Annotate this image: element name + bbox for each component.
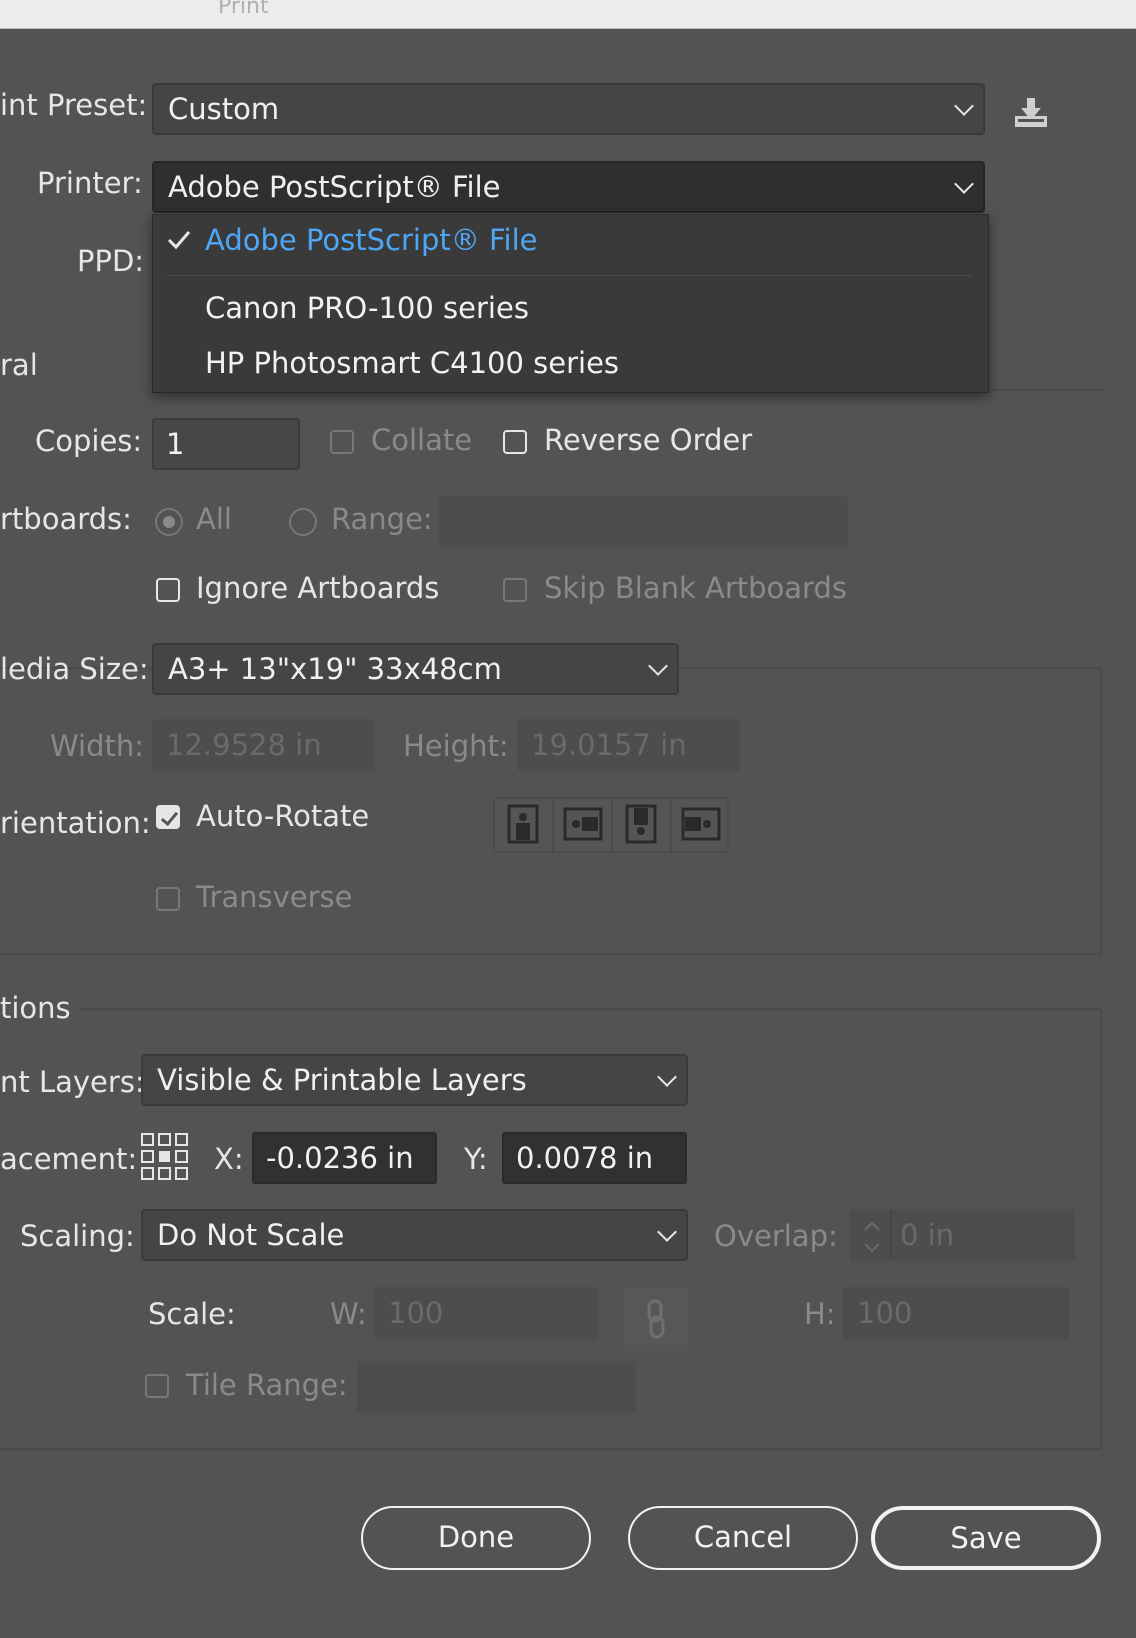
stepper-divider	[890, 1211, 892, 1259]
save-button[interactable]: Save	[871, 1506, 1101, 1570]
chevron-down-icon	[648, 656, 668, 676]
printer-dropdown-menu: Adobe PostScript® File Canon PRO-100 ser…	[152, 214, 989, 393]
chevron-down-icon	[657, 1222, 677, 1242]
collate-checkbox[interactable]	[330, 430, 354, 454]
print-preset-select[interactable]: Custom	[152, 83, 985, 135]
printer-option-canon[interactable]: Canon PRO-100 series	[205, 291, 529, 325]
window-titlebar: Print	[0, 0, 1136, 29]
all-artboards-label: All	[196, 502, 232, 536]
printer-label: Printer:	[37, 166, 143, 200]
print-layers-value: Visible & Printable Layers	[157, 1063, 527, 1097]
media-size-select[interactable]: A3+ 13"x19" 33x48cm	[152, 643, 679, 695]
cancel-button[interactable]: Cancel	[628, 1506, 858, 1570]
transverse-label: Transverse	[196, 880, 353, 914]
collate-label: Collate	[371, 423, 473, 457]
window-title: Print	[218, 0, 269, 19]
placement-grid-icon[interactable]	[140, 1132, 190, 1182]
flipped-portrait-icon[interactable]	[613, 799, 672, 851]
auto-rotate-checkbox[interactable]	[156, 805, 180, 829]
tile-range-input[interactable]	[357, 1361, 636, 1413]
link-proportions-icon[interactable]	[624, 1287, 688, 1351]
general-section-heading: ral	[0, 348, 38, 382]
checkmark-icon	[167, 229, 191, 251]
width-label: Width:	[50, 729, 145, 763]
height-label: Height:	[403, 729, 509, 763]
landscape-icon[interactable]	[554, 799, 613, 851]
overlap-stepper[interactable]	[860, 1216, 884, 1258]
transverse-checkbox[interactable]	[156, 887, 180, 911]
portrait-icon[interactable]	[495, 799, 554, 851]
chevron-down-icon	[954, 96, 974, 116]
save-preset-icon[interactable]	[1012, 96, 1050, 130]
range-radio[interactable]	[289, 508, 317, 536]
overlap-label: Overlap:	[714, 1219, 838, 1253]
printer-value: Adobe PostScript® File	[168, 170, 501, 204]
artboards-label: rtboards:	[0, 502, 132, 536]
print-preset-label: int Preset:	[0, 88, 148, 122]
x-label: X:	[214, 1142, 244, 1176]
media-size-value: A3+ 13"x19" 33x48cm	[168, 652, 502, 686]
overlap-value[interactable]: 0 in	[900, 1211, 954, 1259]
placement-label: acement:	[0, 1142, 138, 1176]
flipped-landscape-icon[interactable]	[672, 799, 731, 851]
done-button[interactable]: Done	[361, 1506, 591, 1570]
scale-label: Scale:	[148, 1297, 236, 1331]
tile-range-checkbox[interactable]	[145, 1374, 169, 1398]
printer-option-hp[interactable]: HP Photosmart C4100 series	[205, 346, 619, 380]
range-input[interactable]	[439, 496, 848, 548]
scale-w-label: W:	[330, 1297, 367, 1331]
scale-w-input[interactable]: 100	[374, 1287, 598, 1339]
reverse-order-checkbox[interactable]	[503, 430, 527, 454]
width-input[interactable]: 12.9528 in	[152, 719, 375, 771]
printer-option-adobe-postscript[interactable]: Adobe PostScript® File	[205, 223, 537, 257]
menu-separator	[167, 275, 972, 276]
chevron-down-icon	[954, 174, 974, 194]
section-divider	[986, 389, 1102, 391]
y-input[interactable]: 0.0078 in	[502, 1132, 687, 1184]
print-layers-select[interactable]: Visible & Printable Layers	[141, 1054, 688, 1106]
auto-rotate-label: Auto-Rotate	[196, 799, 370, 833]
scaling-value: Do Not Scale	[157, 1218, 345, 1252]
all-artboards-radio[interactable]	[155, 508, 183, 536]
orientation-label: rientation:	[0, 806, 151, 840]
copies-input[interactable]: 1	[152, 418, 300, 470]
skip-blank-artboards-checkbox[interactable]	[503, 578, 527, 602]
options-section-heading: tions	[0, 991, 79, 1025]
orientation-buttons	[493, 797, 729, 853]
chevron-down-icon	[657, 1067, 677, 1087]
range-label: Range:	[331, 502, 433, 536]
printer-select[interactable]: Adobe PostScript® File	[152, 161, 985, 213]
ignore-artboards-checkbox[interactable]	[156, 578, 180, 602]
reverse-order-label: Reverse Order	[544, 423, 753, 457]
x-input[interactable]: -0.0236 in	[252, 1132, 437, 1184]
scale-h-input[interactable]: 100	[843, 1287, 1069, 1339]
ignore-artboards-label: Ignore Artboards	[196, 571, 440, 605]
tile-range-label: Tile Range:	[186, 1368, 348, 1402]
ppd-label: PPD:	[77, 244, 145, 278]
media-size-label: ledia Size:	[0, 652, 149, 686]
scaling-label: Scaling:	[20, 1219, 135, 1253]
height-input[interactable]: 19.0157 in	[517, 719, 740, 771]
print-preset-value: Custom	[168, 92, 280, 126]
copies-label: Copies:	[35, 424, 143, 458]
scaling-select[interactable]: Do Not Scale	[141, 1209, 688, 1261]
scale-h-label: H:	[804, 1297, 836, 1331]
skip-blank-artboards-label: Skip Blank Artboards	[544, 571, 847, 605]
overlap-field: 0 in	[850, 1209, 1075, 1261]
print-layers-label: nt Layers:	[0, 1065, 145, 1099]
y-label: Y:	[464, 1142, 488, 1176]
